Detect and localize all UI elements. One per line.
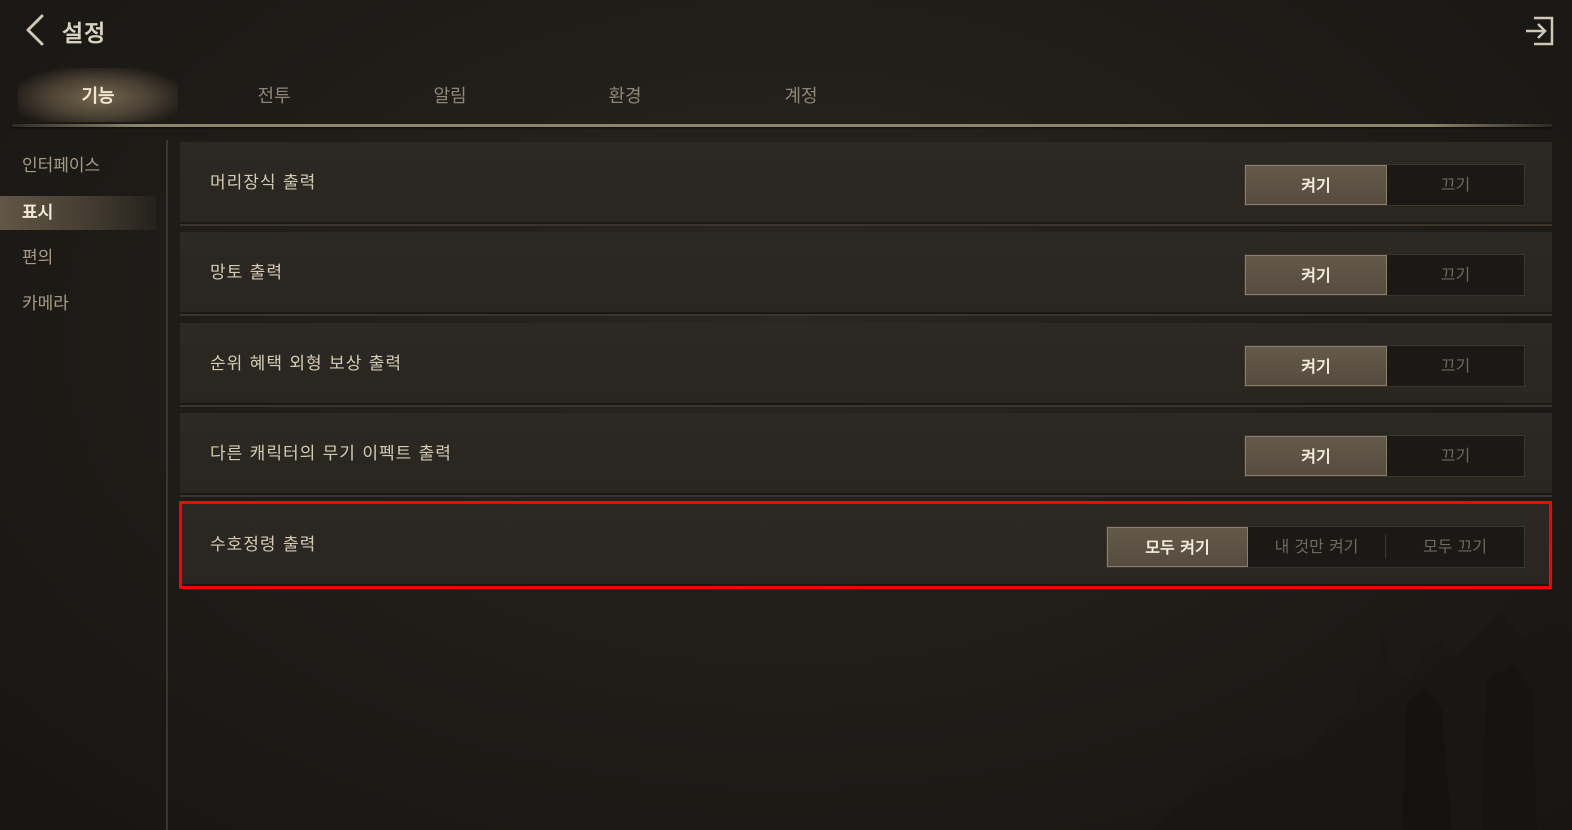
page-title: 설정 [62, 21, 107, 47]
setting-row-guardian-spirit: 수호정령 출력 모두 켜기 내 것만 켜기 모두 끄기 [180, 504, 1552, 588]
mine-only-on-button[interactable]: 내 것만 켜기 [1248, 527, 1385, 567]
setting-row-rank-reward: 순위 혜택 외형 보상 출력 켜기 끄기 [180, 323, 1552, 407]
tab-account[interactable]: 계정 [721, 68, 881, 122]
sidebar-item-convenience[interactable]: 편의 [0, 241, 156, 275]
tab-function[interactable]: 기능 [18, 68, 178, 122]
all-on-button[interactable]: 모두 켜기 [1107, 527, 1248, 567]
chevron-left-icon [26, 14, 44, 46]
toggle-group: 켜기 끄기 [1244, 435, 1525, 477]
off-button[interactable]: 끄기 [1387, 255, 1524, 295]
setting-label: 수호정령 출력 [210, 535, 317, 555]
sidebar-item-camera[interactable]: 카메라 [0, 287, 156, 321]
setting-label: 망토 출력 [210, 263, 283, 283]
toggle-group: 켜기 끄기 [1244, 345, 1525, 387]
setting-label: 다른 캐릭터의 무기 이펙트 출력 [210, 444, 452, 464]
setting-row-weapon-effect: 다른 캐릭터의 무기 이펙트 출력 켜기 끄기 [180, 413, 1552, 497]
back-button[interactable] [18, 10, 58, 50]
on-button[interactable]: 켜기 [1245, 255, 1387, 295]
sidebar-item-interface[interactable]: 인터페이스 [0, 149, 156, 183]
exit-button[interactable] [1522, 12, 1558, 50]
off-button[interactable]: 끄기 [1387, 346, 1524, 386]
tab-divider [12, 124, 1552, 127]
castle-silhouette-image [1152, 610, 1572, 830]
tab-environment[interactable]: 환경 [545, 68, 705, 122]
setting-label: 머리장식 출력 [210, 173, 317, 193]
toggle-group: 켜기 끄기 [1244, 254, 1525, 296]
on-button[interactable]: 켜기 [1245, 346, 1387, 386]
sidebar: 인터페이스 표시 편의 카메라 [0, 140, 168, 830]
setting-row-headgear: 머리장식 출력 켜기 끄기 [180, 142, 1552, 226]
on-button[interactable]: 켜기 [1245, 165, 1387, 205]
on-button[interactable]: 켜기 [1245, 436, 1387, 476]
sidebar-item-display[interactable]: 표시 [0, 196, 156, 230]
toggle-group: 모두 켜기 내 것만 켜기 모두 끄기 [1106, 526, 1525, 568]
setting-row-cape: 망토 출력 켜기 끄기 [180, 232, 1552, 316]
all-off-button[interactable]: 모두 끄기 [1386, 527, 1524, 567]
exit-icon [1526, 16, 1554, 46]
off-button[interactable]: 끄기 [1387, 436, 1524, 476]
off-button[interactable]: 끄기 [1387, 165, 1524, 205]
setting-label: 순위 혜택 외형 보상 출력 [210, 354, 403, 374]
toggle-group: 켜기 끄기 [1244, 164, 1525, 206]
tab-notification[interactable]: 알림 [370, 68, 530, 122]
tab-bar: 기능 전투 알림 환경 계정 [12, 68, 1552, 127]
tab-combat[interactable]: 전투 [194, 68, 354, 122]
settings-screen: 설정 기능 전투 알림 환경 계정 인터페이스 표시 편의 카메라 머리장식 출… [0, 0, 1572, 830]
